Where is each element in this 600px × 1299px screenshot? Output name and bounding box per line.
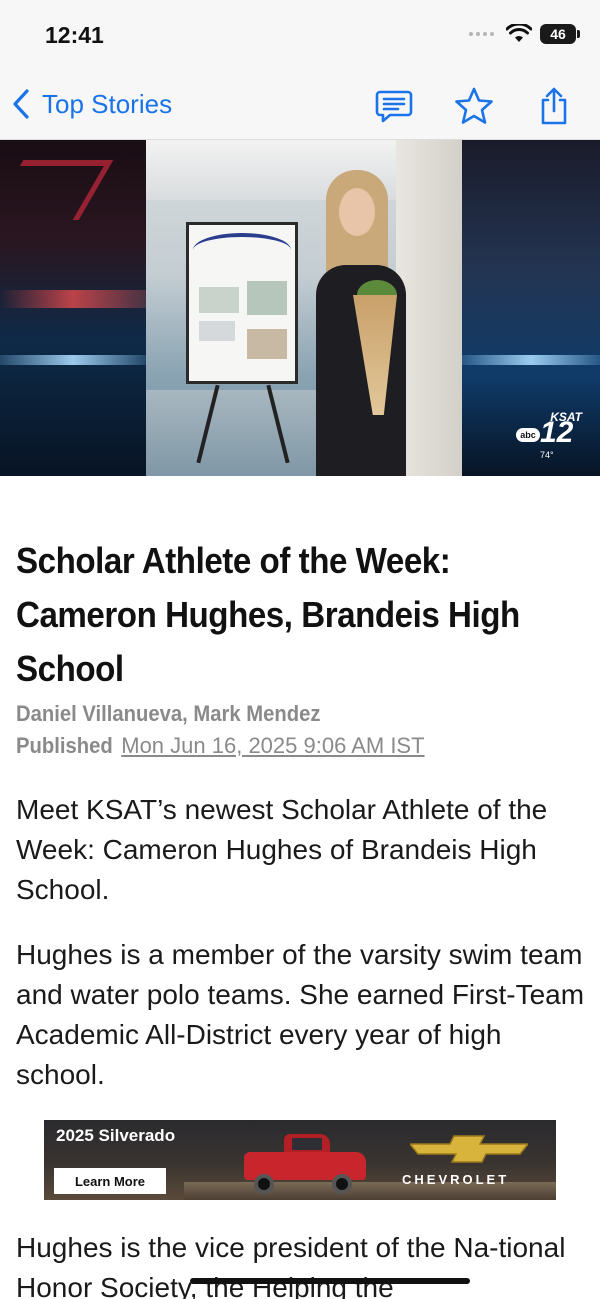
ad-brand: CHEVROLET <box>402 1172 510 1187</box>
nav-actions <box>374 86 574 126</box>
status-indicators: 46 <box>469 24 580 44</box>
status-bar: 12:41 46 <box>0 0 600 70</box>
published-label: Published <box>16 733 113 758</box>
article-headline: Scholar Athlete of the Week: Cameron Hug… <box>16 540 520 689</box>
ad-banner[interactable]: 2025 Silverado Learn More CHEVROLET <box>44 1120 556 1200</box>
article-paragraph: Meet KSAT’s newest Scholar Athlete of th… <box>16 794 548 905</box>
published-line: Published Mon Jun 16, 2025 9:06 AM IST <box>16 733 425 759</box>
hero-photo <box>146 140 462 476</box>
article-paragraph: Hughes is a member of the varsity swim t… <box>16 939 585 1090</box>
battery-icon: 46 <box>540 24 580 44</box>
cellular-signal-icon <box>469 32 494 36</box>
published-date-link[interactable]: Mon Jun 16, 2025 9:06 AM IST <box>121 733 424 758</box>
comment-button[interactable] <box>374 86 414 126</box>
article-paragraph: Hughes is the vice president of the Na-t… <box>16 1232 566 1299</box>
back-label: Top Stories <box>42 88 173 119</box>
station-number: 12 <box>540 416 574 449</box>
hero-background-left <box>0 140 146 476</box>
station-logo: KSAT abc 12 74° <box>516 410 582 462</box>
article-hero-image[interactable]: KSAT abc 12 74° <box>0 140 600 476</box>
share-icon <box>541 87 567 125</box>
ad-title: 2025 Silverado <box>56 1126 176 1145</box>
wifi-icon <box>506 24 532 42</box>
learn-more-button[interactable]: Learn More <box>54 1168 166 1194</box>
star-icon <box>455 87 493 124</box>
comment-icon <box>375 90 413 123</box>
share-button[interactable] <box>534 86 574 126</box>
navigation-bar: Top Stories <box>0 70 600 140</box>
chevrolet-bowtie-icon <box>410 1135 528 1163</box>
network-logo: abc <box>516 428 540 442</box>
truck-image <box>240 1128 370 1194</box>
student-portrait <box>311 170 411 476</box>
chevron-left-icon <box>13 89 29 119</box>
article-byline: Daniel Villanueva, Mark Mendez <box>16 701 321 726</box>
text-selection-line <box>190 1278 470 1284</box>
temperature-readout: 74° <box>540 450 554 460</box>
back-button[interactable]: Top Stories <box>10 88 172 120</box>
status-time: 12:41 <box>45 22 104 48</box>
easel-poster <box>186 222 298 384</box>
favorite-button[interactable] <box>454 86 494 126</box>
